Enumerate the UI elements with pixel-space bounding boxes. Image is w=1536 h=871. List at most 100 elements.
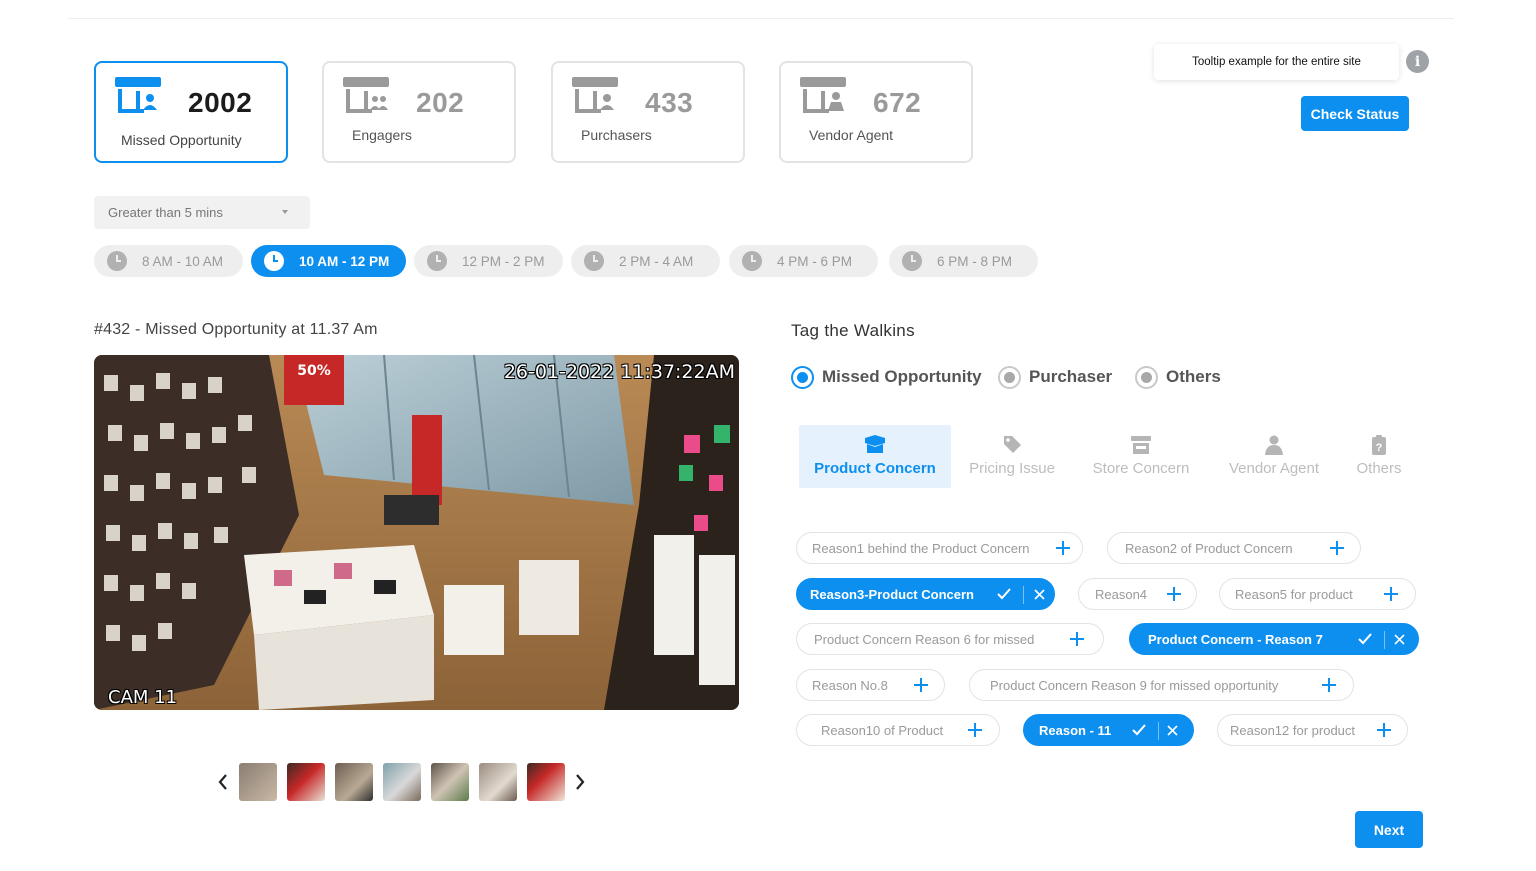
reason-chip[interactable]: Reason No.8 (796, 669, 945, 701)
reason-chip[interactable]: Reason12 for product (1217, 714, 1408, 746)
close-icon[interactable] (1167, 725, 1178, 736)
close-icon[interactable] (1394, 634, 1405, 645)
time-slot-label: 6 PM - 8 PM (937, 253, 1013, 269)
cctv-video-frame[interactable]: 50% 26-01-2022 11:37:22AM CAM 11 (94, 355, 739, 710)
stat-value: 202 (416, 87, 465, 118)
plus-icon[interactable] (912, 676, 930, 694)
radio-missed-opportunity[interactable]: Missed Opportunity (791, 365, 982, 389)
plus-icon[interactable] (1320, 676, 1338, 694)
tab-product-concern[interactable]: Product Concern (799, 425, 951, 488)
tab-pricing-issue[interactable]: Pricing Issue (958, 425, 1066, 488)
radio-purchaser[interactable]: Purchaser (998, 365, 1112, 389)
time-slot-pill[interactable]: 4 PM - 6 PM (729, 245, 878, 277)
time-slot-pill[interactable]: 12 PM - 2 PM (414, 245, 563, 277)
reason-label: Product Concern Reason 9 for missed oppo… (990, 677, 1279, 693)
tab-vendor-agent[interactable]: Vendor Agent (1216, 425, 1332, 488)
reason-label: Product Concern - Reason 7 (1148, 631, 1323, 647)
reason-label: Reason - 11 (1039, 722, 1112, 738)
video-thumbnail[interactable] (479, 763, 517, 801)
stat-card-missed-opportunity[interactable]: 2002 Missed Opportunity (94, 61, 288, 163)
reason-chip-selected[interactable]: Product Concern - Reason 7 (1129, 623, 1419, 655)
chevron-right-icon[interactable] (572, 770, 588, 794)
plus-icon[interactable] (966, 721, 984, 739)
stat-value: 2002 (188, 87, 253, 118)
stat-label: Vendor Agent (809, 127, 894, 143)
video-thumbnail[interactable] (527, 763, 565, 801)
time-slot-label: 4 PM - 6 PM (777, 253, 853, 269)
clipboard-question-icon: ? (1372, 435, 1386, 455)
clock-icon (902, 251, 922, 271)
reason-chip[interactable]: Reason5 for product (1219, 578, 1416, 610)
reason-chip[interactable]: Product Concern Reason 6 for missed (796, 623, 1104, 655)
plus-icon[interactable] (1068, 630, 1086, 648)
reason-label: Reason4 (1095, 586, 1148, 602)
store-agent-icon (800, 77, 846, 113)
reason-label: Reason1 behind the Product Concern (812, 540, 1030, 556)
store-person-icon (572, 77, 618, 113)
radio-label: Others (1166, 367, 1221, 386)
stat-card-engagers[interactable]: 202 Engagers (322, 61, 516, 163)
chevron-left-icon[interactable] (215, 770, 231, 794)
duration-filter-dropdown[interactable]: Greater than 5 mins (94, 196, 310, 229)
tab-label: Vendor Agent (1228, 460, 1320, 477)
stat-label: Purchasers (581, 127, 652, 143)
chevron-down-icon (282, 210, 288, 214)
time-slot-pill-active[interactable]: 10 AM - 12 PM (251, 245, 406, 277)
stat-label: Missed Opportunity (121, 132, 242, 148)
close-icon[interactable] (1034, 589, 1045, 600)
reason-label: Product Concern Reason 6 for missed (814, 631, 1035, 647)
plus-icon[interactable] (1375, 721, 1393, 739)
box-icon (865, 435, 885, 453)
time-slot-pill[interactable]: 8 AM - 10 AM (94, 245, 243, 277)
radio-button-icon (998, 365, 1021, 389)
reason-chip[interactable]: Product Concern Reason 9 for missed oppo… (969, 669, 1354, 701)
next-button[interactable]: Next (1355, 811, 1423, 848)
radio-button-icon (791, 365, 814, 389)
store-icon (1131, 436, 1151, 454)
video-timestamp: 26-01-2022 11:37:22AM (503, 361, 735, 383)
reason-chip[interactable]: Reason1 behind the Product Concern (796, 532, 1083, 564)
time-slot-pill[interactable]: 6 PM - 8 PM (889, 245, 1038, 277)
reason-label: Reason5 for product (1235, 586, 1353, 602)
reason-chip[interactable]: Reason2 of Product Concern (1107, 532, 1361, 564)
clock-icon (107, 251, 127, 271)
top-divider (68, 18, 1454, 19)
stat-card-purchasers[interactable]: 433 Purchasers (551, 61, 745, 163)
video-thumbnail[interactable] (239, 763, 277, 801)
stat-value: 672 (873, 87, 922, 118)
reason-label: Reason10 of Product (821, 722, 944, 738)
video-thumbnail[interactable] (431, 763, 469, 801)
chip-divider (1158, 722, 1159, 740)
tooltip: Tooltip example for the entire site (1154, 44, 1399, 80)
radio-others[interactable]: Others (1135, 365, 1221, 389)
reason-chip[interactable]: Reason10 of Product (796, 714, 1000, 746)
plus-icon[interactable] (1382, 585, 1400, 603)
plus-icon[interactable] (1328, 539, 1346, 557)
clock-icon (427, 251, 447, 271)
info-icon[interactable]: i (1406, 50, 1429, 73)
video-thumbnail[interactable] (383, 763, 421, 801)
store-person-icon (115, 77, 161, 113)
svg-text:?: ? (1376, 442, 1383, 454)
reason-chip[interactable]: Reason4 (1078, 578, 1197, 610)
plus-icon[interactable] (1054, 539, 1072, 557)
stat-card-vendor-agent[interactable]: 672 Vendor Agent (779, 61, 973, 163)
reason-chip-selected[interactable]: Reason - 11 (1023, 714, 1194, 746)
store-camera-image: 50% (94, 355, 739, 710)
video-thumbnail[interactable] (335, 763, 373, 801)
plus-icon[interactable] (1165, 585, 1183, 603)
time-slot-pill[interactable]: 2 PM - 4 AM (571, 245, 720, 277)
radio-label: Missed Opportunity (822, 367, 982, 386)
radio-button-icon (1135, 365, 1158, 389)
chip-divider (1023, 586, 1024, 604)
time-slot-label: 2 PM - 4 AM (619, 253, 694, 269)
camera-label: CAM 11 (108, 687, 178, 708)
tab-others[interactable]: ? Others (1348, 425, 1410, 488)
person-icon (1265, 435, 1283, 455)
tab-label: Product Concern (814, 460, 936, 477)
tab-store-concern[interactable]: Store Concern (1082, 425, 1200, 488)
video-thumbnail[interactable] (287, 763, 325, 801)
check-status-button[interactable]: Check Status (1301, 96, 1409, 131)
price-tag-icon (1004, 436, 1021, 453)
reason-chip-selected[interactable]: Reason3-Product Concern (796, 578, 1055, 610)
